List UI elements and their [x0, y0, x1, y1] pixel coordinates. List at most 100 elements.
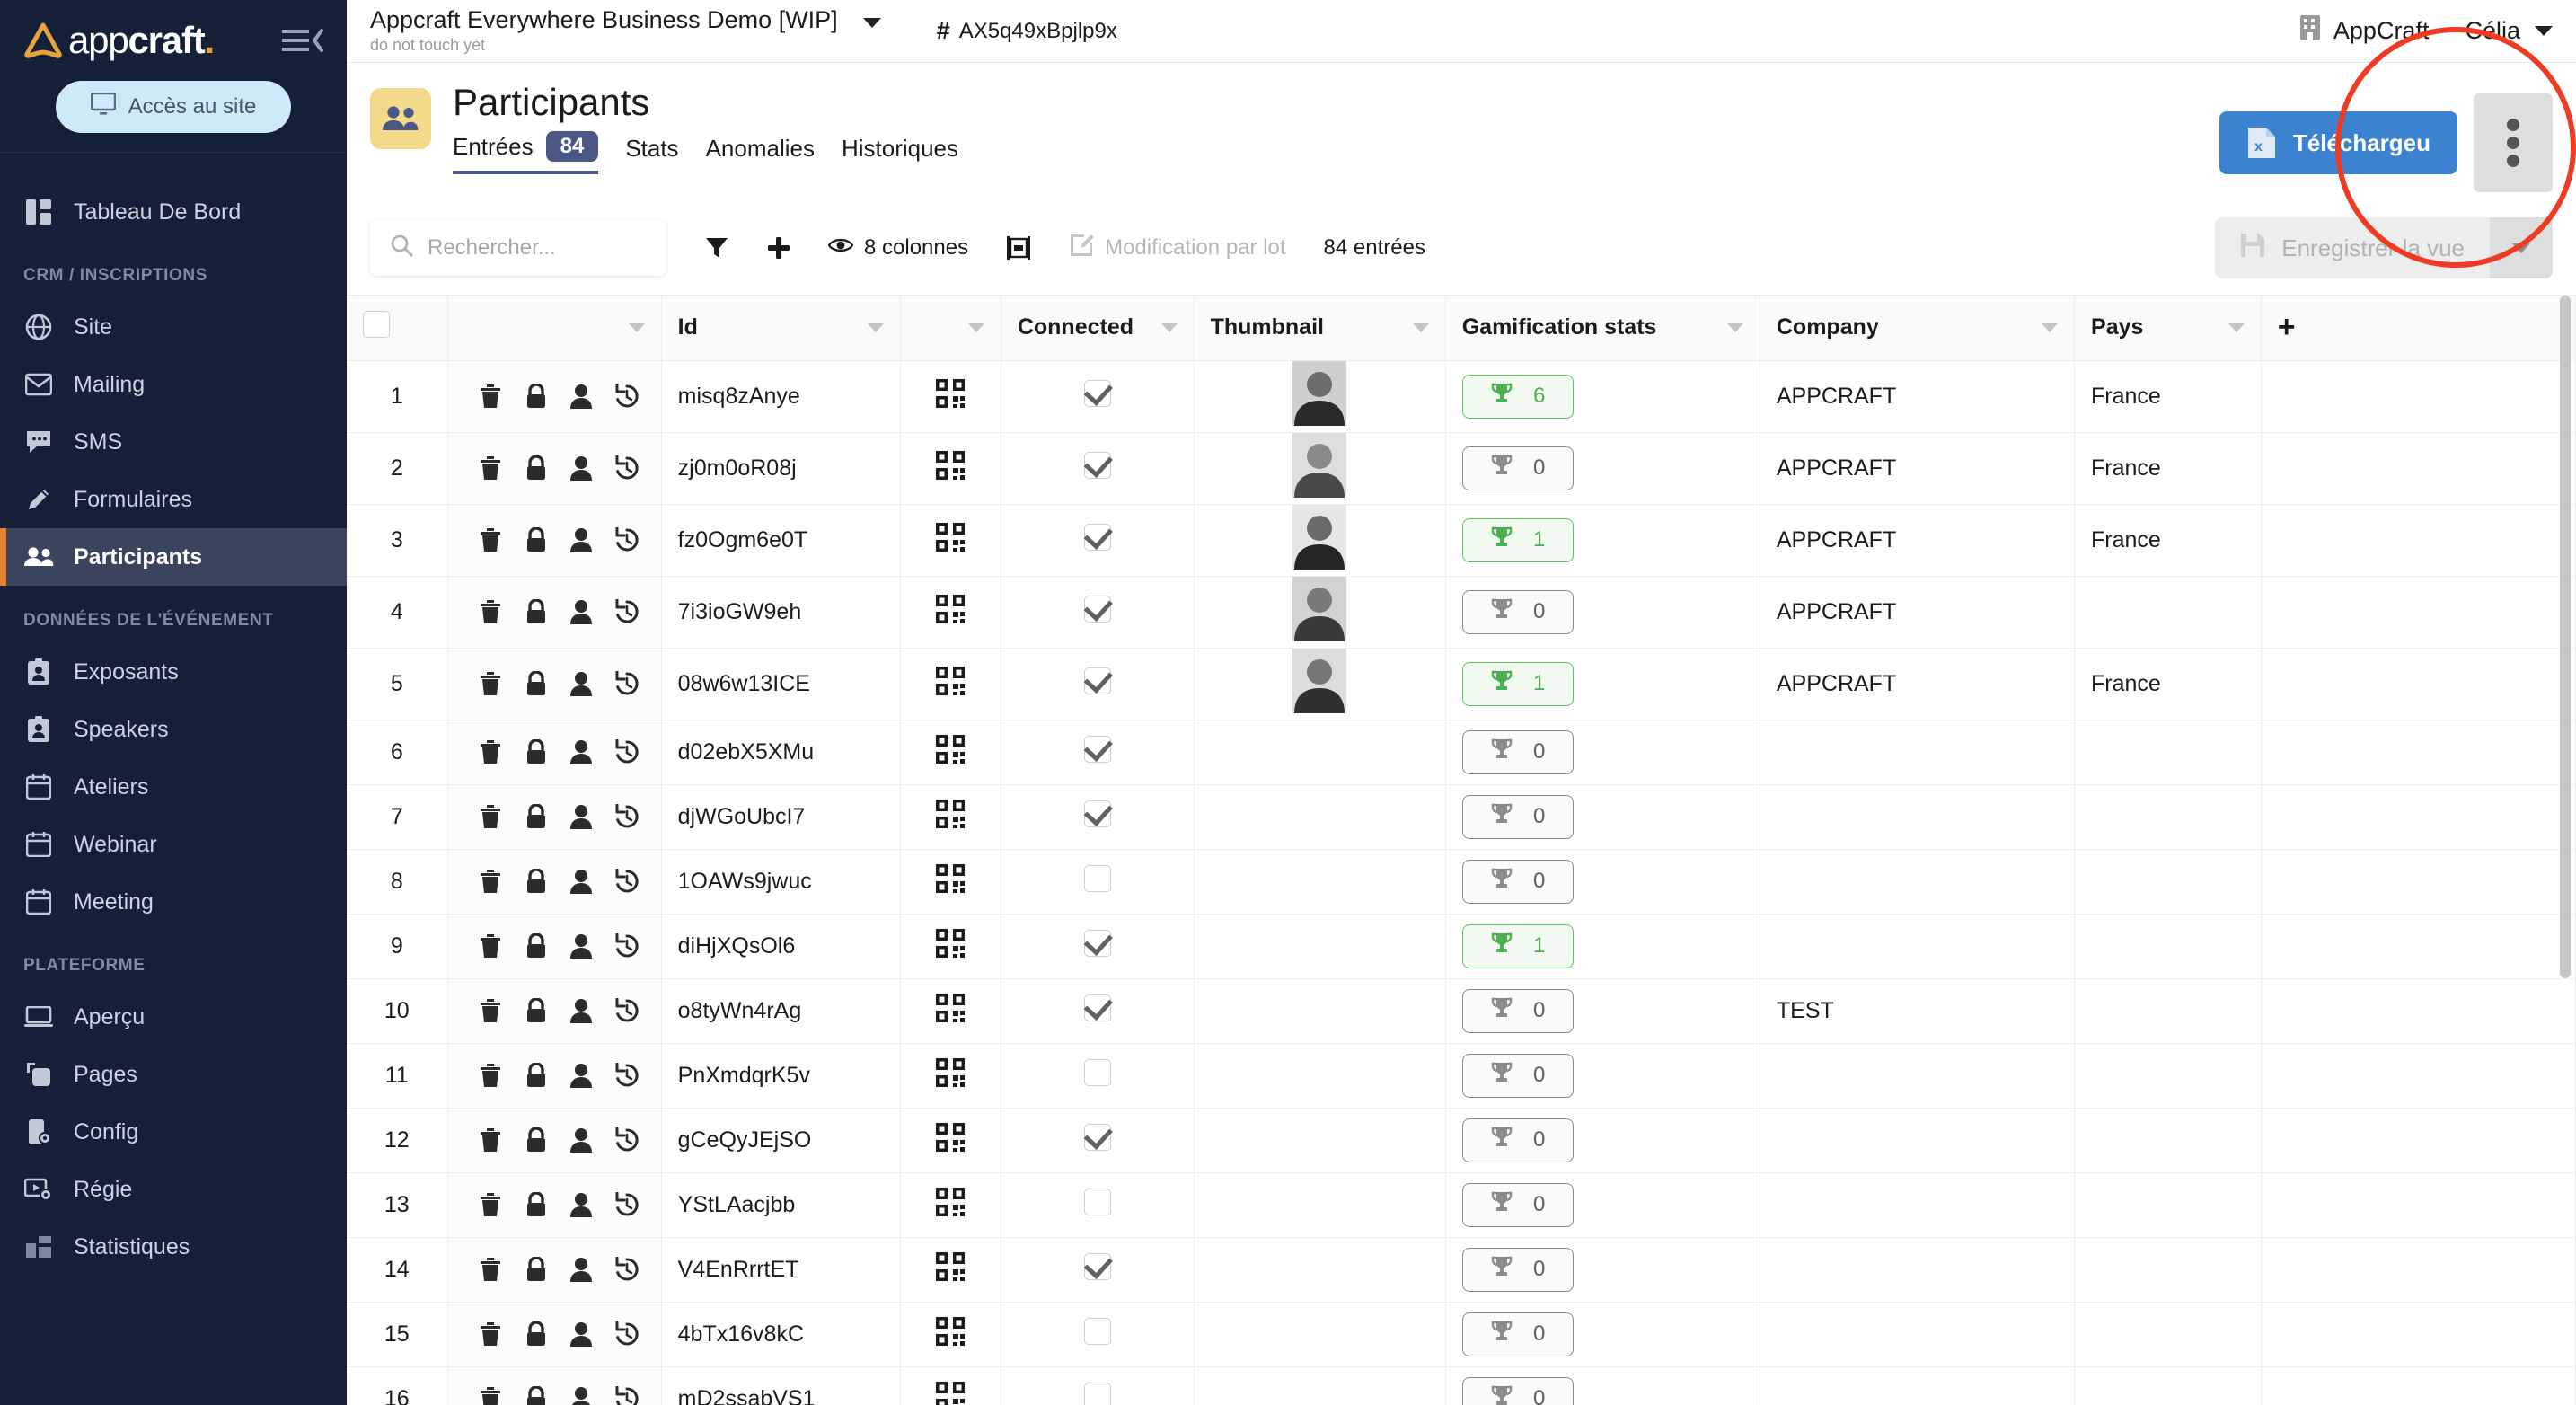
sidebar-item-webinar[interactable]: Webinar: [0, 816, 347, 873]
table-row[interactable]: 2zj0m0oR08j0APPCRAFTFrance: [347, 432, 2576, 504]
sidebar-item-statistiques[interactable]: Statistiques: [0, 1218, 347, 1276]
history-icon[interactable]: [615, 804, 639, 829]
organization[interactable]: AppCraft: [2299, 14, 2430, 48]
trash-icon[interactable]: [479, 455, 502, 481]
connected-checkbox[interactable]: [1084, 1383, 1111, 1405]
user-icon[interactable]: [570, 1386, 592, 1405]
history-icon[interactable]: [615, 527, 639, 552]
history-icon[interactable]: [615, 671, 639, 696]
cell-connected[interactable]: [1001, 576, 1194, 648]
sidebar-item-speakers[interactable]: Speakers: [0, 701, 347, 758]
qr-code-icon[interactable]: [900, 1108, 1001, 1172]
add-column-icon[interactable]: +: [2278, 310, 2296, 344]
search-box[interactable]: Rechercher...: [370, 220, 666, 276]
trash-icon[interactable]: [479, 527, 502, 552]
chevron-down-icon[interactable]: [1727, 323, 1743, 332]
sidebar-item-tableau-de-bord[interactable]: Tableau De Bord: [0, 183, 347, 241]
connected-checkbox[interactable]: [1084, 1189, 1111, 1215]
sidebar-item-formulaires[interactable]: Formulaires: [0, 471, 347, 528]
qr-code-icon[interactable]: [900, 648, 1001, 720]
qr-code-icon[interactable]: [900, 504, 1001, 576]
trash-icon[interactable]: [479, 1257, 502, 1282]
table-row[interactable]: 9diHjXQsOl61: [347, 914, 2576, 978]
sidebar-item-pages[interactable]: Pages: [0, 1046, 347, 1103]
th-add-column[interactable]: +: [2261, 296, 2575, 360]
save-view-button[interactable]: Enregistrer la vue: [2215, 217, 2490, 278]
lock-icon[interactable]: [525, 804, 547, 829]
table-row[interactable]: 6d02ebX5XMu0: [347, 720, 2576, 784]
connected-checkbox[interactable]: [1084, 1318, 1111, 1345]
table-row[interactable]: 7djWGoUbcI70: [347, 784, 2576, 849]
cell-connected[interactable]: [1001, 720, 1194, 784]
user-menu[interactable]: Célia: [2465, 17, 2553, 45]
lock-icon[interactable]: [525, 739, 547, 764]
lock-icon[interactable]: [525, 1321, 547, 1347]
tab-anomalies[interactable]: Anomalies: [706, 135, 815, 172]
sidebar-item-meeting[interactable]: Meeting: [0, 873, 347, 931]
connected-checkbox[interactable]: [1084, 930, 1111, 957]
trash-icon[interactable]: [479, 804, 502, 829]
history-icon[interactable]: [615, 599, 639, 624]
cell-connected[interactable]: [1001, 914, 1194, 978]
table-row[interactable]: 81OAWs9jwuc0: [347, 849, 2576, 914]
history-icon[interactable]: [615, 1386, 639, 1405]
connected-checkbox[interactable]: [1084, 1253, 1111, 1280]
trash-icon[interactable]: [479, 384, 502, 409]
trash-icon[interactable]: [479, 1192, 502, 1217]
lock-icon[interactable]: [525, 933, 547, 959]
save-view-chevron-down-icon[interactable]: [2490, 217, 2553, 278]
qr-code-icon[interactable]: [900, 1366, 1001, 1405]
table-row[interactable]: 3fz0Ogm6e0T1APPCRAFTFrance: [347, 504, 2576, 576]
user-icon[interactable]: [570, 599, 592, 624]
table-row[interactable]: 12gCeQyJEjSO0: [347, 1108, 2576, 1172]
history-icon[interactable]: [615, 1127, 639, 1153]
connected-checkbox[interactable]: [1084, 1124, 1111, 1151]
lock-icon[interactable]: [525, 527, 547, 552]
columns-selector[interactable]: 8 colonnes: [828, 235, 968, 261]
trash-icon[interactable]: [479, 869, 502, 894]
lock-icon[interactable]: [525, 1063, 547, 1088]
connected-checkbox[interactable]: [1084, 380, 1111, 407]
qr-code-icon[interactable]: [900, 576, 1001, 648]
table-row[interactable]: 14V4EnRrrtET0: [347, 1237, 2576, 1302]
filter-icon[interactable]: [704, 235, 729, 261]
cell-connected[interactable]: [1001, 849, 1194, 914]
sidebar-item-exposants[interactable]: Exposants: [0, 643, 347, 701]
history-icon[interactable]: [615, 1321, 639, 1347]
qr-code-icon[interactable]: [900, 849, 1001, 914]
cell-connected[interactable]: [1001, 1172, 1194, 1237]
history-icon[interactable]: [615, 998, 639, 1023]
connected-checkbox[interactable]: [1084, 994, 1111, 1021]
user-icon[interactable]: [570, 455, 592, 481]
user-icon[interactable]: [570, 1127, 592, 1153]
connected-checkbox[interactable]: [1084, 524, 1111, 551]
connected-checkbox[interactable]: [1084, 667, 1111, 694]
lock-icon[interactable]: [525, 1386, 547, 1405]
table-row[interactable]: 11PnXmdqrK5v0: [347, 1043, 2576, 1108]
lock-icon[interactable]: [525, 1127, 547, 1153]
access-site-button[interactable]: Accès au site: [56, 81, 291, 133]
qr-code-icon[interactable]: [900, 1172, 1001, 1237]
table-row[interactable]: 47i3ioGW9eh0APPCRAFT: [347, 576, 2576, 648]
connected-checkbox[interactable]: [1084, 800, 1111, 827]
user-icon[interactable]: [570, 527, 592, 552]
lock-icon[interactable]: [525, 671, 547, 696]
cell-connected[interactable]: [1001, 504, 1194, 576]
history-icon[interactable]: [615, 739, 639, 764]
user-icon[interactable]: [570, 933, 592, 959]
qr-code-icon[interactable]: [900, 1237, 1001, 1302]
user-icon[interactable]: [570, 671, 592, 696]
sidebar-item-regie[interactable]: Régie: [0, 1161, 347, 1218]
cell-connected[interactable]: [1001, 1043, 1194, 1108]
lock-icon[interactable]: [525, 1257, 547, 1282]
user-icon[interactable]: [570, 1192, 592, 1217]
sidebar-item-config[interactable]: Config: [0, 1103, 347, 1161]
user-icon[interactable]: [570, 1321, 592, 1347]
sidebar-item-site[interactable]: Site: [0, 298, 347, 356]
connected-checkbox[interactable]: [1084, 865, 1111, 892]
add-entry-icon[interactable]: [767, 236, 790, 260]
user-icon[interactable]: [570, 869, 592, 894]
lock-icon[interactable]: [525, 869, 547, 894]
lock-icon[interactable]: [525, 1192, 547, 1217]
scrollbar-thumb[interactable]: [2560, 296, 2571, 978]
